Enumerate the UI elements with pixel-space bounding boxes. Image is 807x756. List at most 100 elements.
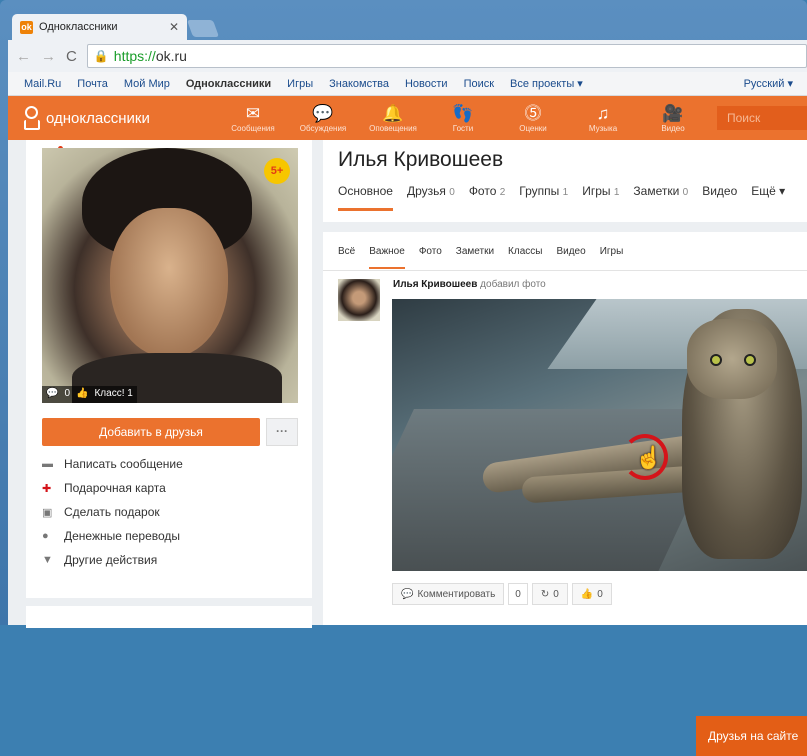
like-icon: 👍	[76, 388, 89, 399]
browser-tab[interactable]: ok Одноклассники ✕	[12, 14, 187, 40]
tab-label: Игры	[582, 184, 611, 198]
nav-notifications[interactable]: 🔔 Оповещения	[358, 104, 428, 133]
portal-link-dating[interactable]: Знакомства	[329, 78, 389, 90]
comment-label: Комментировать	[417, 588, 496, 600]
photo-comments-count: 0	[64, 388, 71, 399]
action-gift[interactable]: ▣ Сделать подарок	[42, 500, 298, 524]
feed-tab-all[interactable]: Всё	[338, 246, 355, 257]
sidebar-panel	[26, 598, 312, 628]
nav-music[interactable]: ♫ Музыка	[568, 104, 638, 133]
portal-link-ok[interactable]: Одноклассники	[186, 78, 271, 90]
post-author[interactable]: Илья Кривошеев	[393, 279, 477, 290]
ok-logo[interactable]: одноклассники	[8, 105, 218, 131]
tab-label: Основное	[338, 184, 393, 198]
tab-notes[interactable]: Заметки 0	[633, 184, 688, 211]
photo-face	[110, 208, 228, 358]
close-tab-icon[interactable]: ✕	[169, 20, 179, 34]
lock-icon: 🔒	[93, 49, 109, 63]
comment-button[interactable]: 💬 Комментировать	[392, 583, 505, 605]
tab-photos[interactable]: Фото 2	[469, 184, 505, 211]
tab-more[interactable]: Ещё ▾	[751, 184, 785, 211]
ok-logo-icon	[22, 105, 40, 131]
feed-tab-games[interactable]: Игры	[600, 246, 624, 257]
post-photo[interactable]: ☝	[392, 299, 807, 571]
portal-link-news[interactable]: Новости	[405, 78, 448, 90]
photo-cat-eye	[710, 354, 722, 366]
profile-photo[interactable]: 5+ 💬 0 👍 Класс! 1	[42, 148, 298, 403]
share-button[interactable]: ↻ 0	[531, 583, 568, 605]
feed-post: Илья Кривошеев добавил фото ☝ 💬 Комменти…	[323, 270, 807, 756]
logo-text: одноклассники	[46, 109, 150, 127]
action-money-transfer[interactable]: ● Денежные переводы	[42, 524, 298, 548]
feed-tab-video[interactable]: Видео	[556, 246, 585, 257]
nav-label: Оповещения	[369, 123, 417, 133]
tab-count: 0	[449, 187, 455, 198]
more-button[interactable]: ···	[266, 418, 298, 446]
profile-actions: ▬ Написать сообщение ✚ Подарочная карта ▣ С…	[42, 452, 298, 572]
new-tab-button[interactable]	[186, 20, 220, 37]
nav-label: Гости	[452, 123, 474, 133]
feed-tab-photo[interactable]: Фото	[419, 246, 442, 257]
tab-count: 1	[613, 187, 620, 198]
gift-icon: ▣	[42, 506, 53, 519]
nav-ratings[interactable]: ⓹ Оценки	[498, 104, 568, 133]
feed-tab-important[interactable]: Важное	[369, 234, 405, 269]
tab-label: Заметки	[633, 184, 680, 198]
portal-link-myworld[interactable]: Мой Мир	[124, 78, 170, 90]
like-count: 0	[597, 588, 603, 600]
nav-label: Обсуждения	[299, 123, 347, 133]
action-label: Написать сообщение	[64, 457, 183, 471]
photo-cat-eye	[744, 354, 756, 366]
action-other[interactable]: ▼ Другие действия	[42, 548, 298, 572]
browser-toolbar: ← → C 🔒 https:// ok.ru	[8, 40, 807, 72]
add-friend-button[interactable]: Добавить в друзья	[42, 418, 260, 446]
ratings-icon: ⓹	[524, 103, 542, 123]
tab-count: 2	[499, 187, 506, 198]
avatar[interactable]	[338, 279, 380, 321]
action-write-message[interactable]: ▬ Написать сообщение	[42, 452, 298, 476]
portal-link-mailru[interactable]: Mail.Ru	[24, 78, 61, 90]
reload-icon[interactable]: C	[66, 48, 77, 65]
portal-link-search[interactable]: Поиск	[464, 78, 494, 90]
tab-count: 1	[562, 187, 569, 198]
portal-link-mail[interactable]: Почта	[77, 78, 108, 90]
nav-discussions[interactable]: 💬 Обсуждения	[288, 104, 358, 133]
profile-tabs: Основное Друзья 0 Фото 2 Группы 1 Игры 1…	[338, 184, 785, 211]
chat-icon: 💬	[312, 103, 334, 123]
feed-tab-classes[interactable]: Классы	[508, 246, 542, 257]
tab-games[interactable]: Игры 1	[582, 184, 619, 211]
nav-label: Оценки	[519, 123, 547, 133]
tab-friends[interactable]: Друзья 0	[407, 184, 455, 211]
nav-label: Сообщения	[231, 123, 275, 133]
like-icon: 👍	[580, 588, 594, 600]
video-icon: 🎥	[662, 103, 684, 123]
hand-cursor-icon: ☝	[635, 445, 663, 470]
action-label: Подарочная карта	[64, 481, 166, 495]
envelope-icon: ✉	[245, 103, 261, 123]
profile-name: Илья Кривошеев	[338, 148, 504, 171]
tab-video[interactable]: Видео	[702, 184, 737, 211]
share-count: 0	[553, 588, 559, 600]
nav-video[interactable]: 🎥 Видео	[638, 104, 708, 133]
address-bar[interactable]: 🔒 https:// ok.ru	[86, 44, 807, 68]
feed-tab-notes[interactable]: Заметки	[456, 246, 494, 257]
language-select[interactable]: Русский ▾	[744, 77, 793, 90]
tab-groups[interactable]: Группы 1	[519, 184, 568, 211]
photo-likes: Класс! 1	[94, 388, 133, 399]
tab-main[interactable]: Основное	[338, 184, 393, 211]
forward-arrow-icon[interactable]: →	[41, 48, 56, 65]
gift-card-icon: ✚	[42, 482, 52, 495]
nav-label: Музыка	[588, 123, 618, 133]
nav-messages[interactable]: ✉ Сообщения	[218, 104, 288, 133]
like-button[interactable]: 👍 0	[571, 583, 612, 605]
friends-online-button[interactable]: Друзья на сайте	[696, 716, 807, 756]
search-input[interactable]: Поиск	[717, 106, 807, 130]
back-arrow-icon[interactable]: ←	[16, 48, 31, 65]
profile-header: Илья Кривошеев Основное Друзья 0 Фото 2 …	[323, 140, 807, 222]
portal-link-all-projects[interactable]: Все проекты ▾	[510, 77, 583, 90]
nav-guests[interactable]: 👣 Гости	[428, 104, 498, 133]
action-gift-card[interactable]: ✚ Подарочная карта	[42, 476, 298, 500]
tab-title: Одноклассники	[39, 21, 118, 33]
music-icon: ♫	[596, 103, 610, 123]
portal-link-games[interactable]: Игры	[287, 78, 313, 90]
